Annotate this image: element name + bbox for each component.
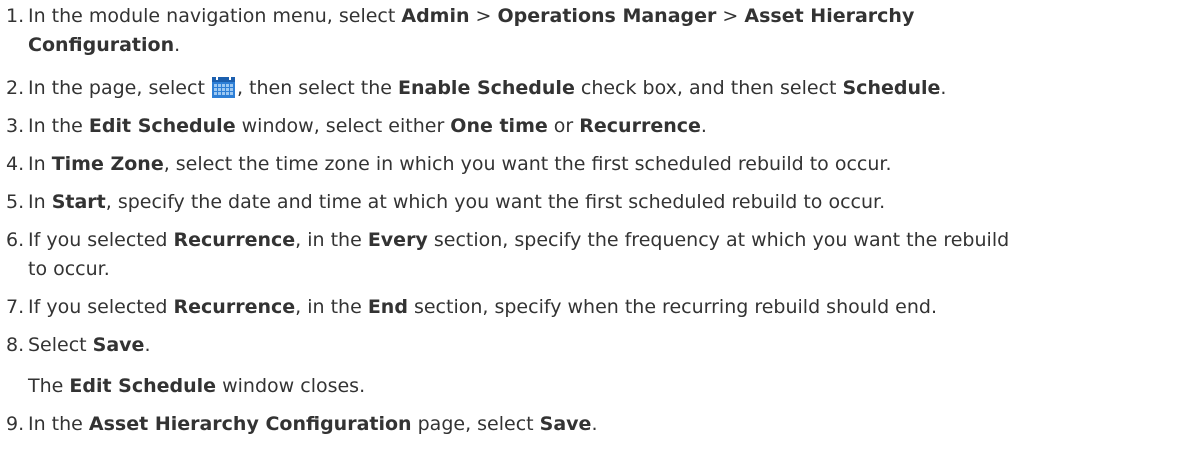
step-3: 3. In the Edit Schedule window, select e… xyxy=(0,112,1186,141)
menu-operations-manager: Operations Manager xyxy=(497,5,717,27)
step-1: 1. In the module navigation menu, select… xyxy=(0,2,1186,60)
step-number: 4. xyxy=(6,153,25,175)
time-zone-label: Time Zone xyxy=(51,153,164,175)
save-label: Save xyxy=(539,413,592,435)
step-number: 8. xyxy=(6,334,25,356)
step-7: 7. If you selected Recurrence, in the En… xyxy=(0,293,1186,322)
menu-admin: Admin xyxy=(401,5,470,27)
calendar-icon xyxy=(211,75,236,99)
step-2: 2. In the page, select , then select the… xyxy=(0,74,1186,103)
every-label: Every xyxy=(367,229,428,251)
step-number: 9. xyxy=(6,413,25,435)
step-result-note: The Edit Schedule window closes. xyxy=(28,375,366,397)
edit-schedule-label: Edit Schedule xyxy=(88,115,236,137)
step-5: 5. In Start, specify the date and time a… xyxy=(0,188,1186,217)
schedule-label: Schedule xyxy=(842,77,941,99)
recurrence-label: Recurrence xyxy=(579,115,701,137)
step-number: 1. xyxy=(6,5,25,27)
edit-schedule-label: Edit Schedule xyxy=(69,375,217,397)
asset-hierarchy-configuration-label: Asset Hierarchy Configuration xyxy=(88,413,412,435)
step-number: 5. xyxy=(6,191,25,213)
end-label: End xyxy=(367,296,408,318)
enable-schedule-label: Enable Schedule xyxy=(398,77,575,99)
recurrence-label: Recurrence xyxy=(173,296,296,318)
start-label: Start xyxy=(51,191,106,213)
recurrence-label: Recurrence xyxy=(173,229,296,251)
procedure-steps: 1. In the module navigation menu, select… xyxy=(0,0,1186,448)
save-label: Save xyxy=(92,334,145,356)
step-4: 4. In Time Zone, select the time zone in… xyxy=(0,150,1186,179)
step-number: 3. xyxy=(6,115,25,137)
step-number: 7. xyxy=(6,296,25,318)
step-number: 2. xyxy=(6,77,25,99)
step-8: 8. Select Save. The Edit Schedule window… xyxy=(0,331,1186,401)
step-9: 9. In the Asset Hierarchy Configuration … xyxy=(0,410,1186,439)
menu-configuration: Configuration xyxy=(28,34,175,56)
step-number: 6. xyxy=(6,229,25,251)
one-time-label: One time xyxy=(450,115,548,137)
step-6: 6. If you selected Recurrence, in the Ev… xyxy=(0,226,1186,284)
menu-asset-hierarchy: Asset Hierarchy xyxy=(744,5,915,27)
